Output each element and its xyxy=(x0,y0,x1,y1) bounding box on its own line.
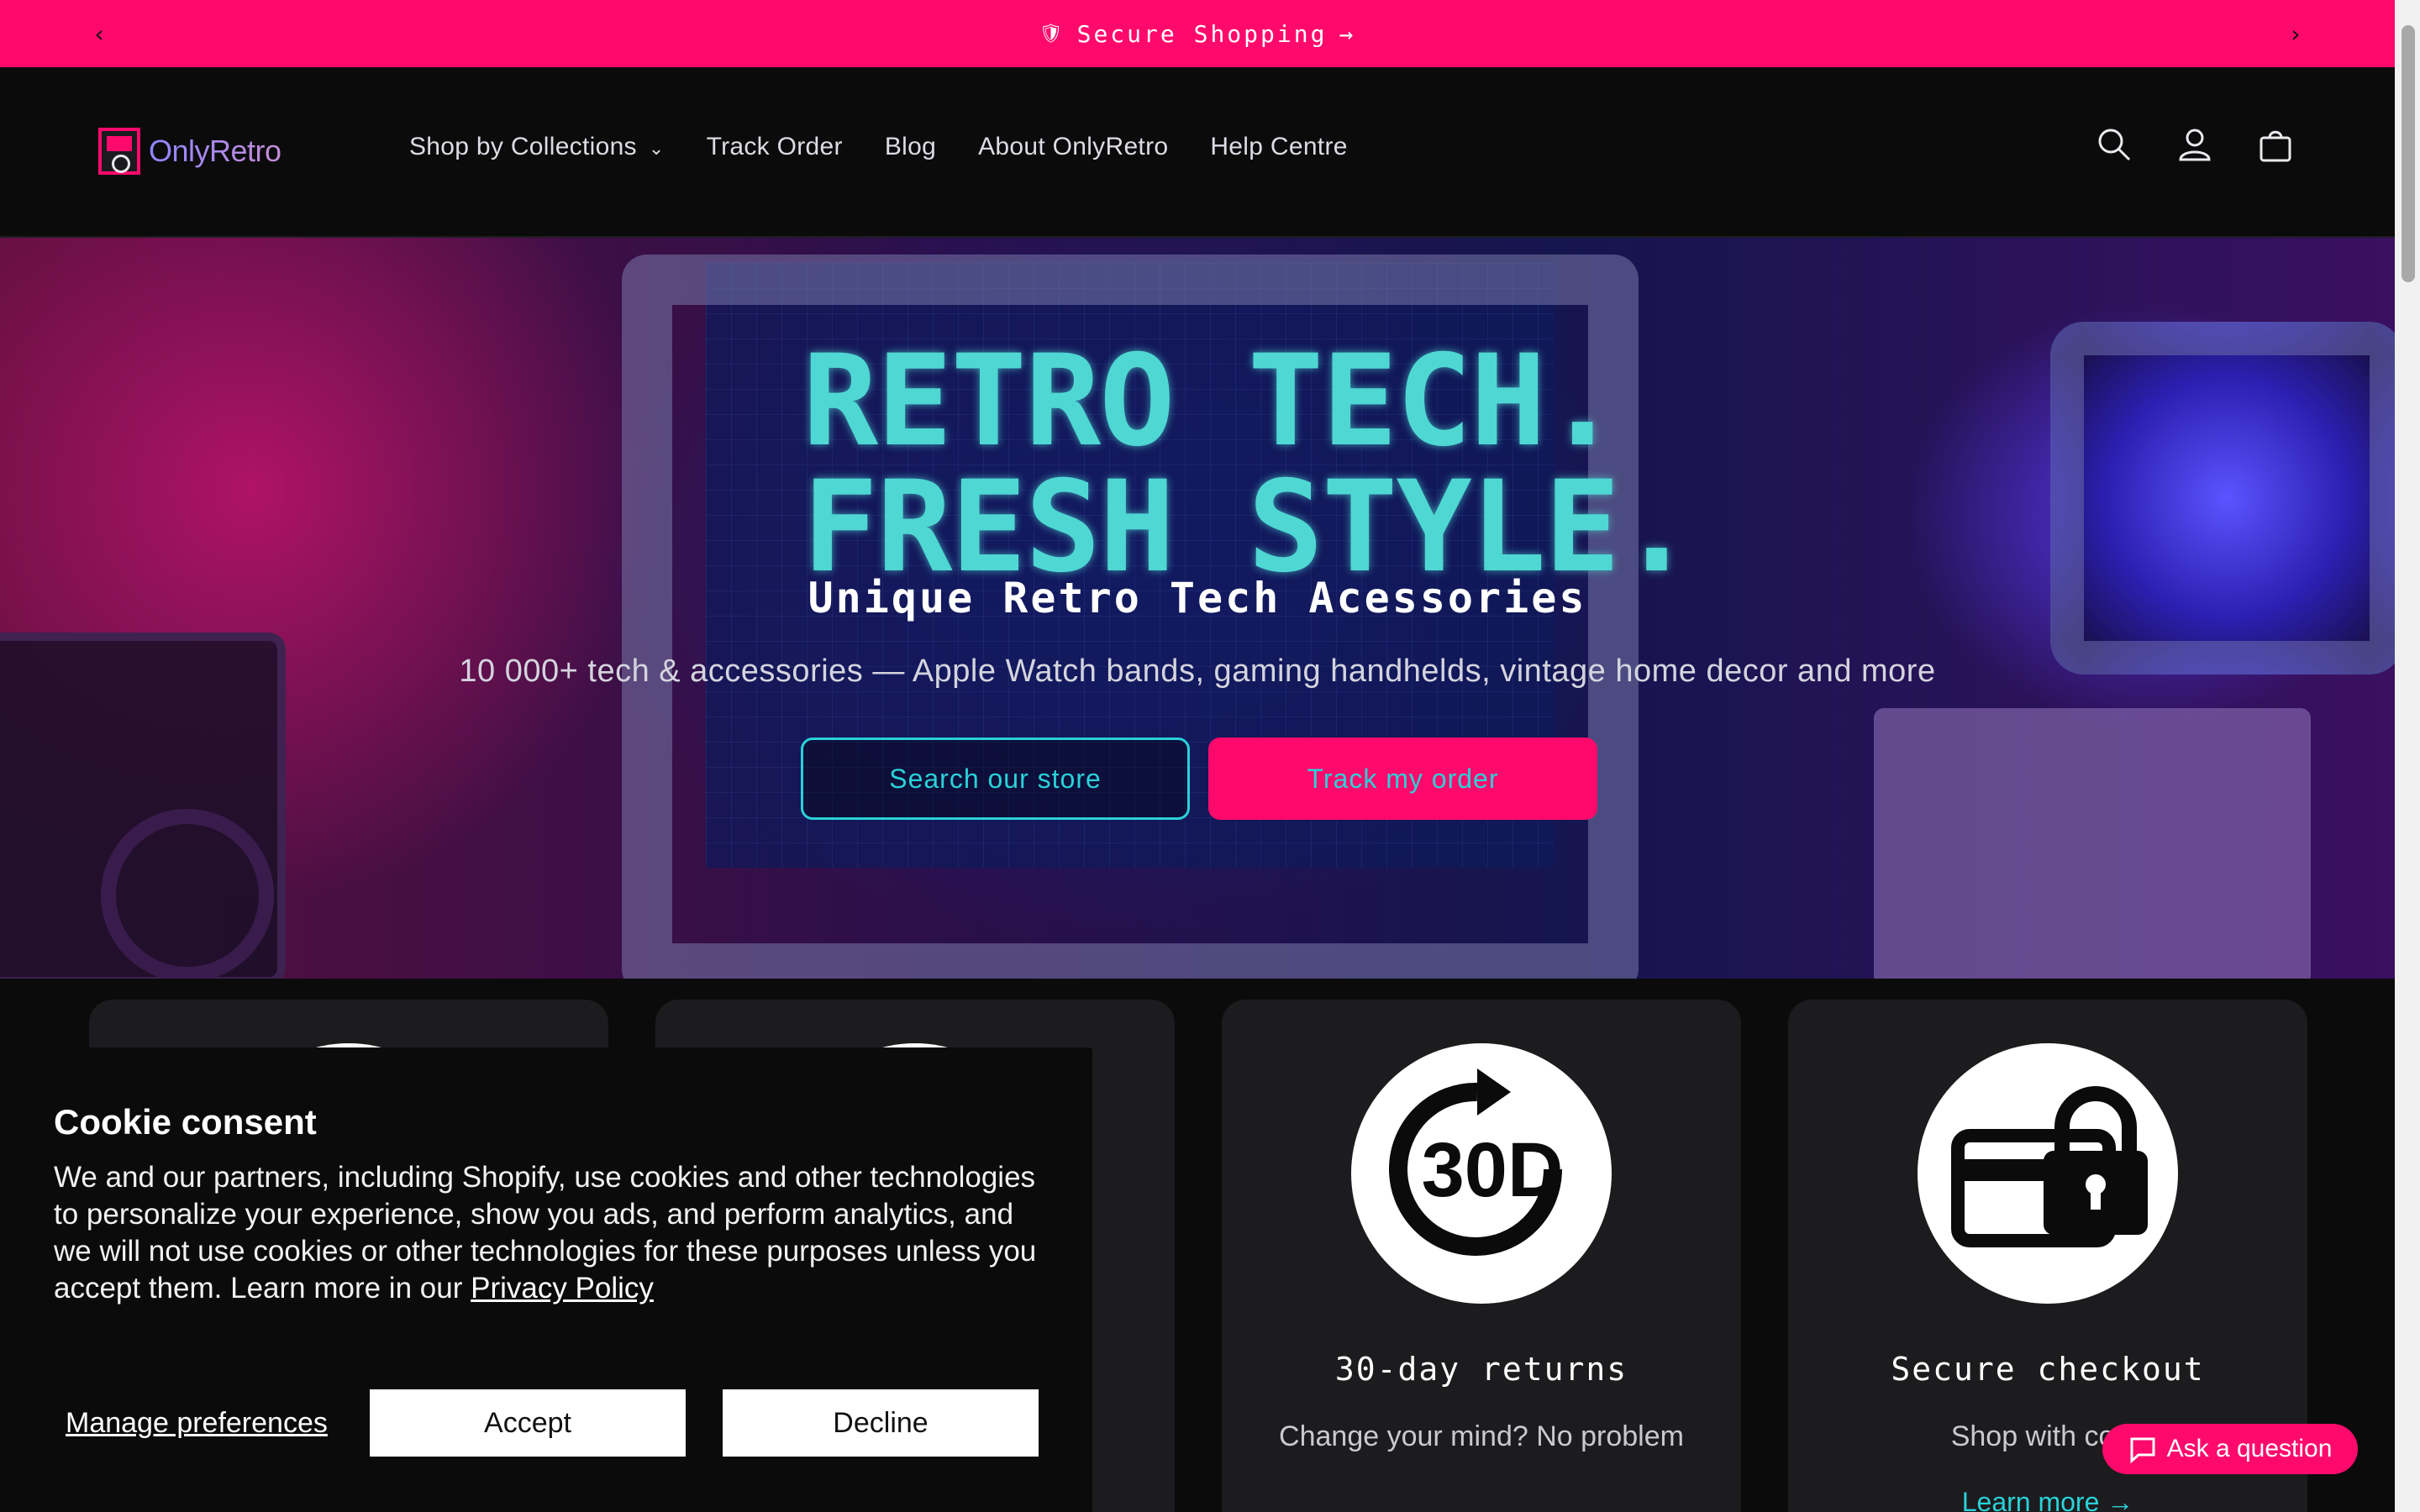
returns-30d-icon: 30D xyxy=(1351,1043,1612,1304)
accept-button[interactable]: Accept xyxy=(370,1389,686,1457)
hero-buttons: Search our store Track my order xyxy=(801,738,1597,820)
nav-label: About OnlyRetro xyxy=(978,133,1169,160)
nav-label: Track Order xyxy=(706,133,843,160)
arrow-right-icon: → xyxy=(1339,19,1356,48)
main-nav: Shop by Collections ⌄ Track Order Blog A… xyxy=(409,133,1348,161)
hero-image-text-line1: RETRO TECH. xyxy=(802,328,1620,475)
header-icons xyxy=(2096,126,2294,163)
cookie-consent-banner: Cookie consent We and our partners, incl… xyxy=(0,1047,1092,1512)
cookie-title: Cookie consent xyxy=(54,1102,317,1142)
announcement-link[interactable]: 🛡 Secure Shopping → xyxy=(1039,20,1356,48)
announcement-next-button[interactable]: › xyxy=(2279,17,2312,50)
manage-preferences-link[interactable]: Manage preferences xyxy=(66,1407,328,1440)
privacy-policy-link[interactable]: Privacy Policy xyxy=(471,1272,654,1305)
learn-more-link[interactable]: Learn more → xyxy=(1788,1487,2307,1512)
hero-banner: RETRO TECH. FRESH STYLE. Unique Retro Te… xyxy=(0,238,2395,979)
nav-label: Help Centre xyxy=(1210,133,1348,160)
hero-title: Unique Retro Tech Acessories xyxy=(808,574,1587,622)
nav-shop-by-collections[interactable]: Shop by Collections ⌄ xyxy=(409,133,665,161)
hero-image-text-line2: FRESH STYLE. xyxy=(802,454,1695,601)
nav-label: Blog xyxy=(884,133,937,160)
site-header: OnlyRetro Shop by Collections ⌄ Track Or… xyxy=(0,67,2395,238)
feature-text: Change your mind? No problem xyxy=(1279,1420,1684,1452)
announcement-text: Secure Shopping xyxy=(1076,19,1328,48)
search-store-button[interactable]: Search our store xyxy=(801,738,1190,820)
hero-subtitle: 10 000+ tech & accessories — Apple Watch… xyxy=(459,654,1936,689)
nav-blog[interactable]: Blog xyxy=(885,133,936,161)
logo-text: OnlyRetro xyxy=(149,134,281,168)
returns-icon-text: 30D xyxy=(1422,1127,1564,1213)
ask-question-button[interactable]: Ask a question xyxy=(2102,1424,2358,1474)
feature-title: 30-day returns xyxy=(1334,1351,1628,1388)
cookie-body: We and our partners, including Shopify, … xyxy=(54,1159,1045,1307)
account-icon[interactable] xyxy=(2176,126,2213,163)
announcement-prev-button[interactable]: ‹ xyxy=(82,17,116,50)
logo-icon xyxy=(98,128,140,175)
nav-about[interactable]: About OnlyRetro xyxy=(978,133,1168,161)
logo-link[interactable]: OnlyRetro xyxy=(98,128,281,175)
ask-question-label: Ask a question xyxy=(2166,1435,2333,1462)
shield-icon: 🛡 xyxy=(1039,23,1065,45)
scrollbar-thumb[interactable] xyxy=(2402,25,2415,282)
announcement-bar: ‹ 🛡 Secure Shopping → › xyxy=(0,0,2395,67)
nav-label: Shop by Collections xyxy=(409,133,637,160)
chat-bubble-icon xyxy=(2130,1437,2155,1463)
feature-title: Secure checkout xyxy=(1891,1351,2205,1388)
feature-card-returns: 30D 30-day returns Change your mind? No … xyxy=(1222,1000,1741,1512)
cart-icon[interactable] xyxy=(2257,126,2294,163)
secure-checkout-icon xyxy=(1918,1043,2178,1304)
chevron-left-icon: ‹ xyxy=(94,19,104,48)
chevron-down-icon: ⌄ xyxy=(648,138,665,160)
decline-button[interactable]: Decline xyxy=(723,1389,1039,1457)
page-scrollbar[interactable] xyxy=(2395,0,2420,1512)
nav-track-order[interactable]: Track Order xyxy=(707,133,843,161)
track-order-button[interactable]: Track my order xyxy=(1208,738,1597,820)
computer-illustration xyxy=(1874,708,2311,979)
chevron-right-icon: › xyxy=(2291,19,2301,48)
nav-help-centre[interactable]: Help Centre xyxy=(1210,133,1347,161)
hero-image-text: RETRO TECH. FRESH STYLE. xyxy=(802,328,1695,601)
search-icon[interactable] xyxy=(2096,126,2133,163)
